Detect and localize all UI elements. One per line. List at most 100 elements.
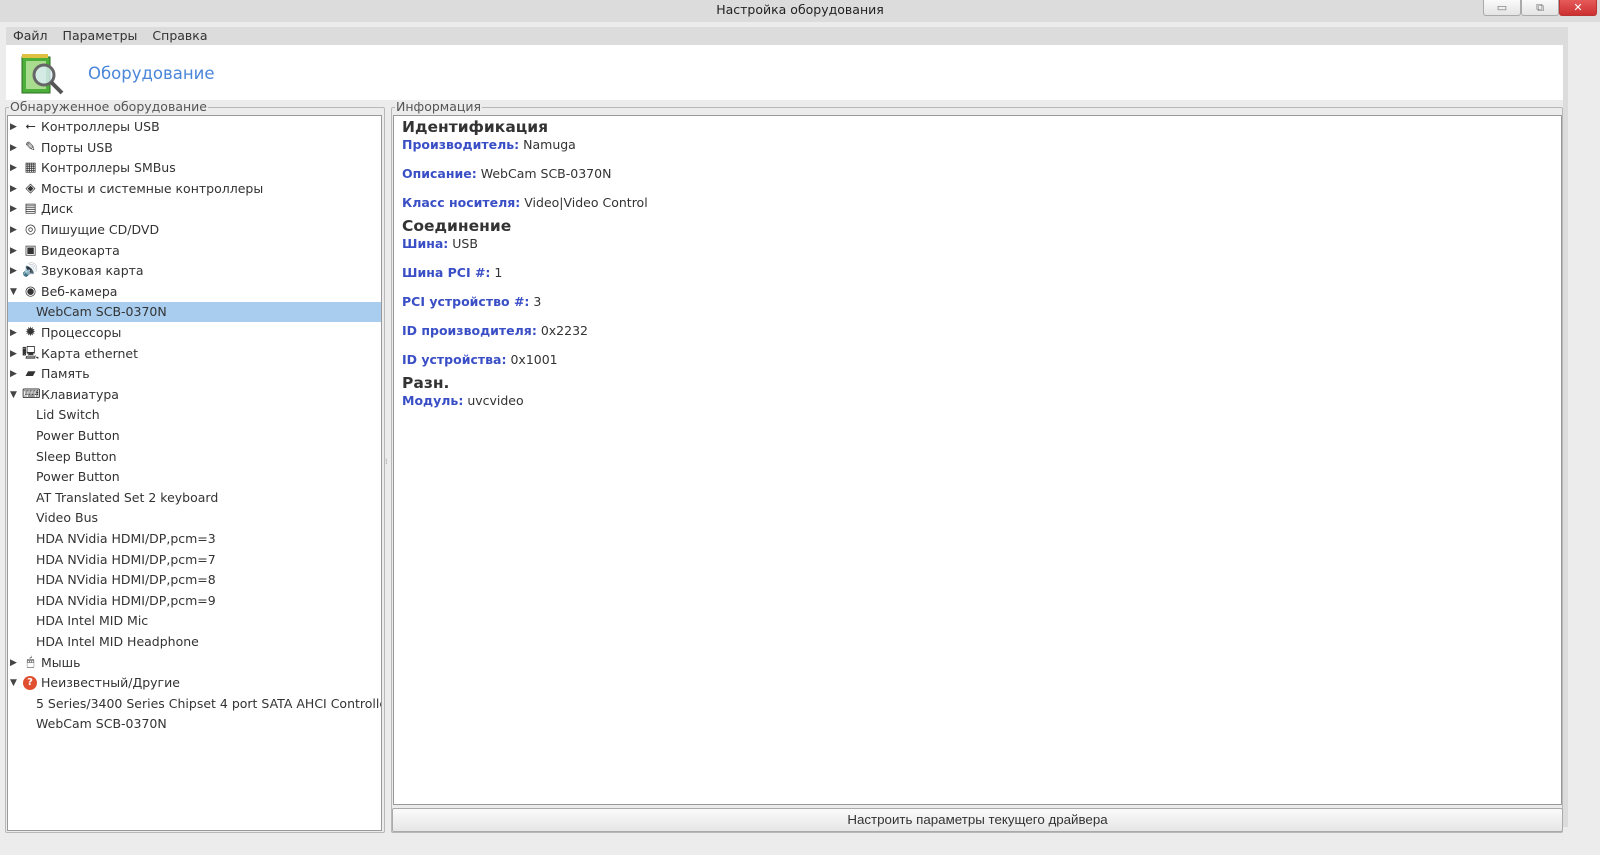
field-key: PCI устройство #: (402, 294, 530, 309)
hardware-tree[interactable]: ▶ ⭠ Контроллеры USB ▶ ✎ Порты USB ▶ ▦ Контроллер… (7, 115, 382, 831)
tree-item-label: Веб-камера (41, 283, 118, 299)
collapsed-arrow-icon[interactable]: ▶ (10, 220, 17, 240)
collapsed-arrow-icon[interactable]: ▶ (10, 158, 17, 178)
tree-item-label: HDA NVidia HDMI/DP,pcm=9 (36, 592, 216, 608)
close-button[interactable]: ✕ (1559, 0, 1597, 16)
splitter-handle[interactable]: ⁞ (385, 458, 390, 472)
cd-icon: ◎ (24, 222, 37, 237)
field-value: WebCam SCB-0370N (480, 166, 612, 181)
tree-item[interactable]: HDA Intel MID Mic (8, 611, 381, 631)
tree-item[interactable]: HDA NVidia HDMI/DP,pcm=3 (8, 529, 381, 549)
tree-item-label: Звуковая карта (41, 263, 144, 279)
tree-item-label: Sleep Button (36, 448, 117, 464)
info-field: Шина PCI #: 1 (402, 265, 1553, 281)
collapsed-arrow-icon[interactable]: ▶ (10, 323, 17, 343)
section-title: Соединение (402, 217, 512, 235)
info-field: PCI устройство #: 3 (402, 294, 1553, 310)
webcam-icon: ◉ (24, 283, 37, 299)
tree-item-label: WebCam SCB-0370N (36, 716, 167, 732)
tree-item[interactable]: HDA Intel MID Headphone (8, 632, 381, 652)
tree-item-label: Диск (41, 201, 74, 217)
tree-item[interactable]: ▶ ▦ Контроллеры SMBus (8, 158, 381, 178)
tree-item-label: Видеокарта (41, 242, 120, 258)
tree-item-label: Video Bus (36, 510, 99, 526)
expanded-arrow-icon[interactable]: ▼ (10, 282, 17, 302)
disk-icon: ▤ (24, 201, 37, 217)
title-bar: Настройка оборудования (0, 0, 1600, 22)
usb-icon: ⭠ (25, 119, 36, 134)
tree-item-label: Power Button (36, 428, 120, 443)
tree-item[interactable]: Power Button (8, 426, 381, 446)
tree-item[interactable]: ▶ ✎ Порты USB (8, 138, 381, 158)
tree-item[interactable]: ▶ 🖳 Карта ethernet (8, 344, 381, 364)
tree-item[interactable]: ▶ ⭠ Контроллеры USB (8, 117, 381, 137)
tree-item[interactable]: Lid Switch (8, 405, 381, 425)
info-field: Производитель: Namuga (402, 137, 1553, 153)
tree-item-label: Пишущие CD/DVD (41, 222, 160, 237)
smbus-icon: ▦ (24, 160, 37, 176)
expanded-arrow-icon[interactable]: ▼ (10, 385, 17, 405)
tree-item[interactable]: ▶ ◈ Мосты и системные контроллеры (8, 179, 381, 199)
collapsed-arrow-icon[interactable]: ▶ (10, 117, 17, 137)
tree-item[interactable]: HDA NVidia HDMI/DP,pcm=8 (8, 570, 381, 590)
field-key: Описание: (402, 166, 477, 181)
tree-item[interactable]: ▼? Неизвестный/Другие (8, 673, 381, 693)
tree-item-label: Неизвестный/Другие (41, 675, 180, 691)
menu-settings[interactable]: Параметры (56, 27, 146, 45)
field-value: 0x1001 (510, 352, 558, 367)
field-key: Шина PCI #: (402, 265, 491, 280)
collapsed-arrow-icon[interactable]: ▶ (10, 179, 17, 199)
collapsed-arrow-icon[interactable]: ▶ (10, 199, 17, 219)
tree-item[interactable]: ▼ ◉ Веб-камера (8, 282, 381, 302)
tree-item[interactable]: Sleep Button (8, 447, 381, 467)
collapsed-arrow-icon[interactable]: ▶ (10, 653, 17, 673)
tree-item[interactable]: Video Bus (8, 508, 381, 528)
menu-file[interactable]: Файл (6, 27, 56, 45)
info-field: Шина: USB (402, 236, 1553, 252)
tree-item-label: HDA NVidia HDMI/DP,pcm=3 (36, 531, 216, 546)
tree-item[interactable]: ▼ ⌨ Клавиатура (8, 385, 381, 405)
tree-item[interactable]: AT Translated Set 2 keyboard (8, 488, 381, 508)
tree-item[interactable]: ▶ 🖱 Мышь (8, 653, 381, 673)
field-value: 3 (533, 294, 542, 309)
collapsed-arrow-icon[interactable]: ▶ (10, 344, 17, 364)
menu-help[interactable]: Справка (145, 27, 215, 45)
tree-item-label: HDA Intel MID Headphone (36, 634, 199, 649)
collapsed-arrow-icon[interactable]: ▶ (10, 241, 17, 261)
tree-item[interactable]: 5 Series/3400 Series Chipset 4 port SATA… (8, 694, 381, 714)
tree-item[interactable]: HDA NVidia HDMI/DP,pcm=9 (8, 591, 381, 611)
field-key: Класс носителя: (402, 195, 521, 210)
tree-item[interactable]: WebCam SCB-0370N (8, 302, 381, 323)
field-value: 1 (494, 265, 503, 280)
tree-item[interactable]: ▶ ✹ Процессоры (8, 323, 381, 343)
bridge-icon: ◈ (25, 180, 36, 196)
collapsed-arrow-icon[interactable]: ▶ (10, 138, 17, 158)
tree-item-label: Мышь (41, 654, 81, 670)
tree-item[interactable]: WebCam SCB-0370N (8, 714, 381, 734)
collapsed-arrow-icon[interactable]: ▶ (10, 261, 17, 281)
tree-item[interactable]: ▶ ▤ Диск (8, 199, 381, 219)
tree-item[interactable]: ▶ ▰ Память (8, 364, 381, 384)
maximize-button[interactable]: ⧉ (1521, 0, 1559, 16)
field-value: uvcvideo (467, 393, 524, 408)
tree-item-label: Lid Switch (36, 407, 100, 423)
info-field: ID устройства: 0x1001 (402, 352, 1553, 368)
unknown-icon: ? (23, 676, 37, 691)
tree-item[interactable]: ▶ 🔊 Звуковая карта (8, 261, 381, 281)
field-key: ID производителя: (402, 323, 537, 338)
tree-item-label: HDA NVidia HDMI/DP,pcm=8 (36, 572, 216, 588)
configure-driver-button[interactable]: Настроить параметры текущего драйвера (392, 808, 1563, 832)
tree-item[interactable]: ▶ ▣ Видеокарта (8, 241, 381, 261)
tree-item[interactable]: ▶ ◎ Пишущие CD/DVD (8, 220, 381, 240)
tree-item[interactable]: HDA NVidia HDMI/DP,pcm=7 (8, 550, 381, 570)
menu-bar: Файл Параметры Справка (6, 27, 1563, 45)
window-edge (1563, 27, 1568, 827)
detected-hardware-legend: Обнаруженное оборудование (9, 99, 208, 114)
usb-port-icon: ✎ (25, 139, 36, 155)
collapsed-arrow-icon[interactable]: ▶ (10, 364, 17, 384)
page-title: Оборудование (88, 64, 215, 83)
tree-item[interactable]: Power Button (8, 467, 381, 487)
tree-item-label: AT Translated Set 2 keyboard (36, 489, 219, 505)
expanded-arrow-icon[interactable]: ▼ (10, 673, 17, 693)
minimize-button[interactable]: ▭ (1483, 0, 1521, 16)
